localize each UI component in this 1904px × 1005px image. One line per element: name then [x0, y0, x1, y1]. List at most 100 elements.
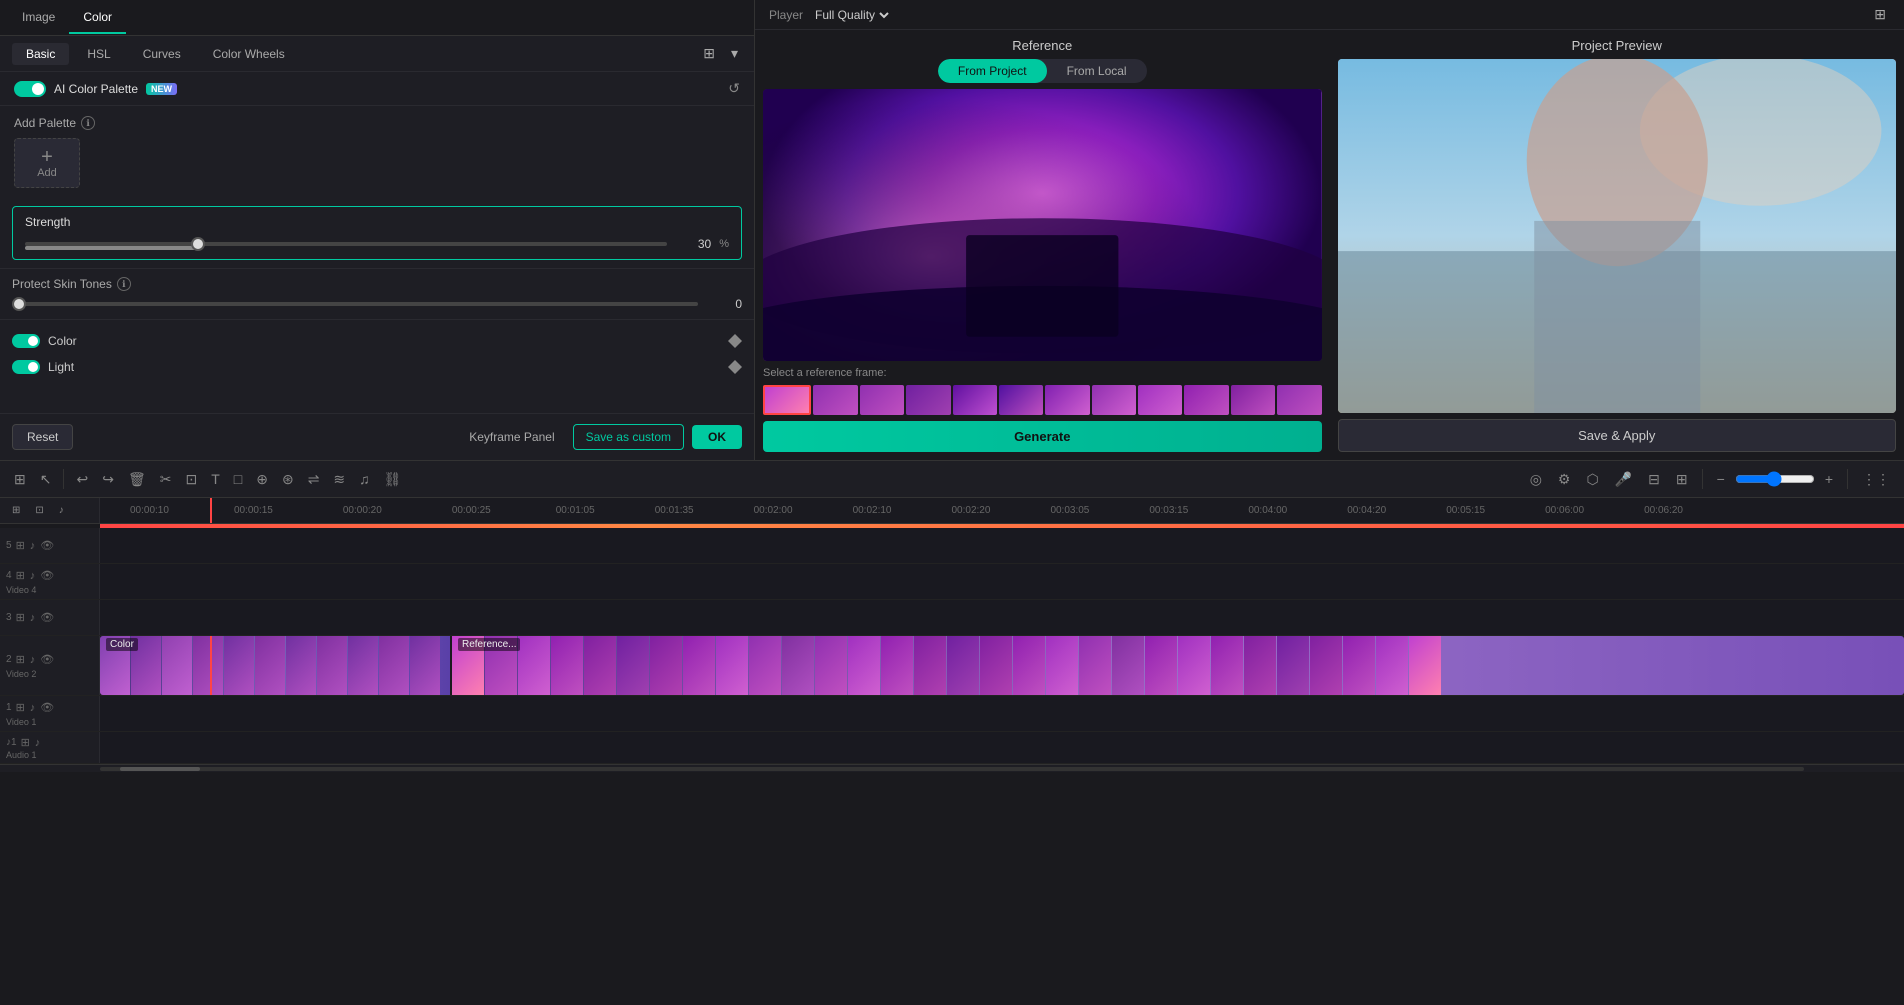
- filmstrip-item[interactable]: [1184, 385, 1228, 415]
- color-toggle[interactable]: [12, 334, 40, 348]
- camera-icon[interactable]: ◎: [1524, 467, 1548, 492]
- add-track-icon[interactable]: ⊞: [6, 501, 26, 520]
- sticker-icon[interactable]: ⊛: [276, 467, 300, 492]
- filmstrip-item[interactable]: [763, 385, 811, 415]
- audio-1-add-icon[interactable]: ⊞: [20, 735, 31, 750]
- time-marker: 00:00:20: [308, 505, 417, 516]
- refresh-button[interactable]: ↺: [728, 80, 740, 97]
- ai-palette-label: AI Color Palette: [54, 82, 138, 96]
- bottom-actions: Reset Keyframe Panel Save as custom OK: [0, 413, 754, 460]
- caption-icon[interactable]: ⊟: [1642, 467, 1666, 492]
- track-1-add-icon[interactable]: ⊞: [15, 700, 26, 715]
- reset-button[interactable]: Reset: [12, 424, 73, 450]
- track-5-audio-icon[interactable]: ♪: [29, 539, 37, 553]
- color-diamond-icon[interactable]: [728, 334, 742, 348]
- sub-tab-hsl[interactable]: HSL: [73, 43, 124, 65]
- track-4-eye-icon[interactable]: 👁: [39, 568, 55, 583]
- link-icon[interactable]: ⛓: [378, 467, 408, 492]
- playhead[interactable]: [210, 498, 212, 523]
- reference-clip[interactable]: Reference...: [452, 636, 1904, 695]
- redo-icon[interactable]: ↪: [96, 467, 120, 492]
- filmstrip-item[interactable]: [1231, 385, 1275, 415]
- more-icon[interactable]: ⋮⋮: [1856, 467, 1896, 492]
- cut-icon[interactable]: ✂: [154, 467, 178, 492]
- add-palette-text: Add: [37, 167, 57, 179]
- save-custom-button[interactable]: Save as custom: [573, 424, 684, 450]
- zoom-slider[interactable]: [1735, 471, 1815, 487]
- shield-icon[interactable]: ⬡: [1580, 467, 1604, 492]
- zoom-in-icon[interactable]: +: [1819, 467, 1839, 491]
- add-palette-button[interactable]: + Add: [14, 138, 80, 188]
- save-apply-button[interactable]: Save & Apply: [1338, 419, 1897, 452]
- track-2-add-icon[interactable]: ⊞: [15, 652, 26, 667]
- light-toggle[interactable]: [12, 360, 40, 374]
- text-icon[interactable]: T: [205, 467, 226, 491]
- generate-button[interactable]: Generate: [763, 421, 1322, 452]
- quality-select[interactable]: Full Quality: [811, 7, 892, 23]
- transition-icon[interactable]: ⇌: [302, 467, 326, 492]
- color-clip-label: Color: [106, 638, 138, 651]
- sub-tab-basic[interactable]: Basic: [12, 43, 69, 65]
- filmstrip-item[interactable]: [906, 385, 950, 415]
- zoom-out-icon[interactable]: −: [1711, 467, 1731, 491]
- filmstrip-item[interactable]: [860, 385, 904, 415]
- keyframe-panel-button[interactable]: Keyframe Panel: [459, 425, 564, 449]
- shape-icon[interactable]: □: [228, 467, 248, 491]
- playhead-track2: [210, 636, 212, 695]
- track-4-audio-icon[interactable]: ♪: [29, 569, 37, 583]
- track-more-icon[interactable]: ⊡: [29, 501, 49, 520]
- subtitle-icon[interactable]: ⊞: [1670, 467, 1694, 492]
- layout-toggle-icon[interactable]: ⊞: [699, 43, 719, 64]
- filmstrip-item[interactable]: [1092, 385, 1136, 415]
- track-3-audio-icon[interactable]: ♪: [29, 611, 37, 625]
- audio-icon[interactable]: ♫: [353, 467, 376, 491]
- filmstrip-item[interactable]: [1045, 385, 1089, 415]
- reference-image: [763, 89, 1322, 361]
- protect-skin-slider[interactable]: [12, 302, 698, 306]
- undo-icon[interactable]: ↩: [70, 467, 94, 492]
- effects-icon[interactable]: ≋: [327, 467, 351, 492]
- sub-tab-curves[interactable]: Curves: [129, 43, 195, 65]
- tab-color[interactable]: Color: [69, 2, 126, 34]
- track-controls-3: 3 ⊞ ♪ 👁: [0, 600, 100, 635]
- track-content-2[interactable]: Color Reference...: [100, 636, 1904, 695]
- filmstrip-item[interactable]: [1277, 385, 1321, 415]
- track-5-eye-icon[interactable]: 👁: [39, 538, 55, 553]
- sub-tab-color-wheels[interactable]: Color Wheels: [199, 43, 299, 65]
- strength-slider[interactable]: [25, 242, 667, 246]
- delete-icon[interactable]: 🗑: [122, 467, 152, 492]
- crop-icon[interactable]: ⊡: [179, 467, 203, 492]
- mic-icon[interactable]: 🎤: [1609, 467, 1638, 492]
- chevron-down-icon[interactable]: ▾: [727, 43, 742, 64]
- tab-image[interactable]: Image: [8, 2, 69, 34]
- filmstrip-item[interactable]: [1138, 385, 1182, 415]
- track-1-audio-icon[interactable]: ♪: [29, 701, 37, 715]
- ai-palette-toggle[interactable]: [14, 81, 46, 97]
- grid-icon[interactable]: ⊞: [8, 467, 32, 492]
- from-local-tab[interactable]: From Local: [1047, 59, 1147, 83]
- track-5-add-icon[interactable]: ⊞: [15, 538, 26, 553]
- split-view-icon[interactable]: ⊞: [1870, 4, 1890, 25]
- track-3-add-icon[interactable]: ⊞: [15, 610, 26, 625]
- filmstrip-item[interactable]: [953, 385, 997, 415]
- light-diamond-icon[interactable]: [728, 360, 742, 374]
- track-2-audio-icon[interactable]: ♪: [29, 653, 37, 667]
- settings-icon[interactable]: ⚙: [1552, 467, 1577, 492]
- time-marker: 00:01:05: [526, 505, 625, 516]
- from-project-tab[interactable]: From Project: [938, 59, 1047, 83]
- filmstrip-item[interactable]: [813, 385, 857, 415]
- color-clip[interactable]: Color: [100, 636, 450, 695]
- filmstrip-item[interactable]: [999, 385, 1043, 415]
- select-tool-icon[interactable]: ↖: [34, 467, 58, 492]
- track-3-eye-icon[interactable]: 👁: [39, 610, 55, 625]
- track-1-eye-icon[interactable]: 👁: [39, 700, 55, 715]
- track-audio-icon[interactable]: ♪: [53, 501, 70, 520]
- filmstrip[interactable]: [763, 385, 1322, 415]
- ok-button[interactable]: OK: [692, 425, 742, 449]
- audio-1-vol-icon[interactable]: ♪: [34, 736, 42, 750]
- media-icon[interactable]: ⊕: [250, 467, 274, 492]
- toolbar: ⊞ ↖ ↩ ↪ 🗑 ✂ ⊡ T □ ⊕ ⊛ ⇌ ≋ ♫ ⛓ ◎ ⚙ ⬡ 🎤 ⊟ …: [0, 460, 1904, 498]
- track-2-eye-icon[interactable]: 👁: [39, 652, 55, 667]
- horizontal-scrollbar[interactable]: [0, 764, 1904, 772]
- track-4-add-icon[interactable]: ⊞: [15, 568, 26, 583]
